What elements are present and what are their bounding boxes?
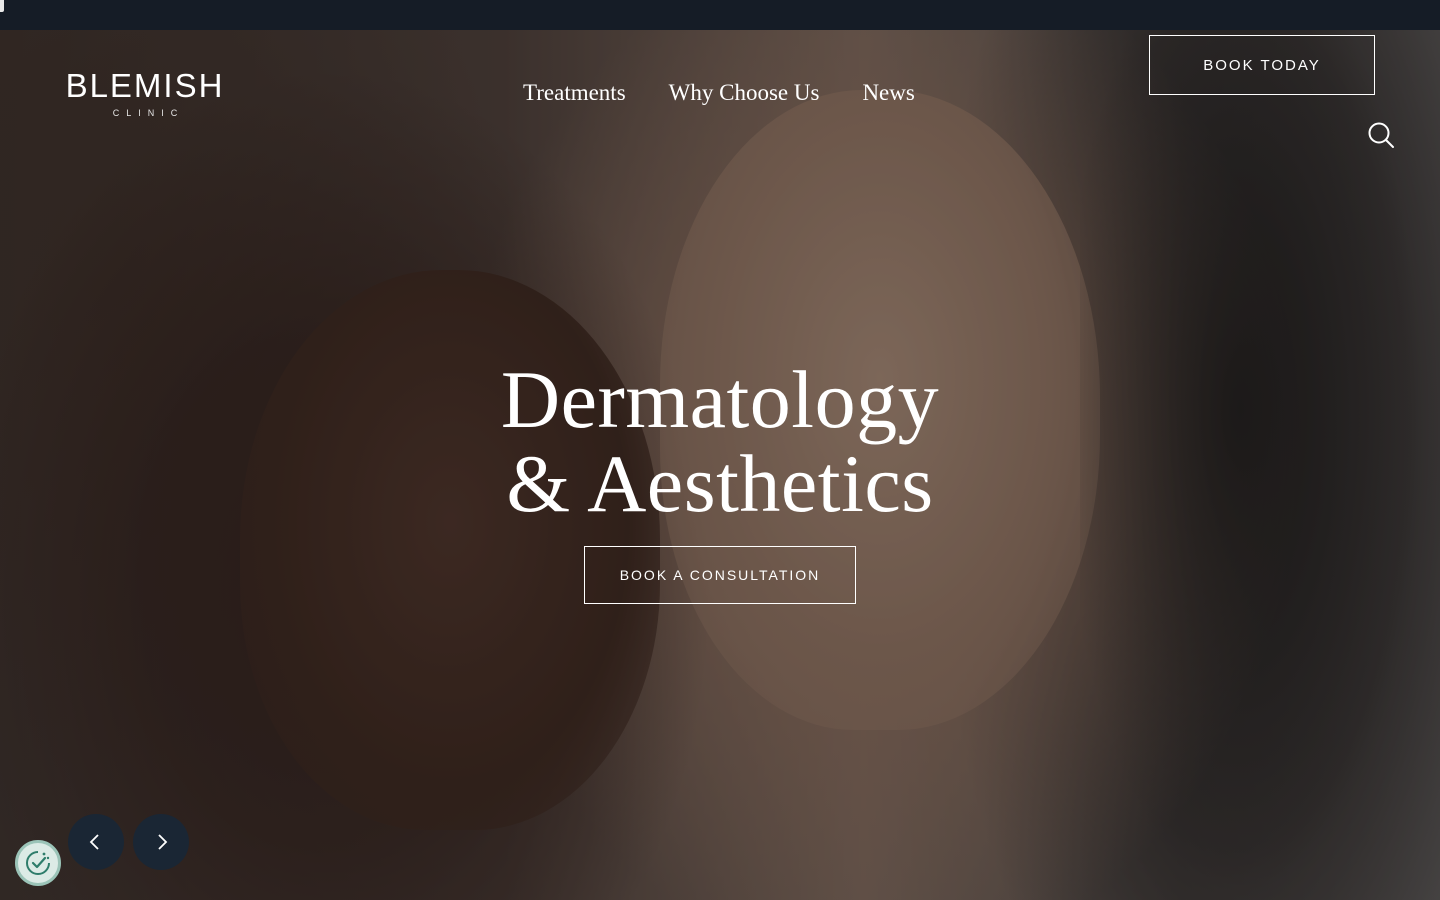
top-bar (0, 0, 1440, 30)
top-bar-marker (0, 0, 4, 12)
hero-headline-line2: & Aesthetics (506, 438, 934, 529)
book-consultation-button[interactable]: BOOK A CONSULTATION (584, 546, 856, 604)
nav-item-why-choose-us[interactable]: Why Choose Us (669, 78, 820, 108)
book-today-button[interactable]: BOOK TODAY (1149, 35, 1375, 95)
hero-headline: Dermatology & Aesthetics (420, 358, 1020, 526)
nav-item-treatments[interactable]: Treatments (523, 78, 626, 108)
nav-item-news[interactable]: News (862, 78, 914, 108)
main-nav: Treatments Why Choose Us News (523, 78, 915, 108)
chevron-right-icon (158, 834, 168, 850)
chevron-left-icon (89, 834, 99, 850)
logo-brand-name: BLEMISH (65, 67, 225, 104)
cookie-consent-button[interactable] (15, 840, 61, 886)
cookie-consent-icon (26, 851, 50, 875)
hero-headline-line1: Dermatology (500, 354, 940, 445)
search-button[interactable] (1366, 120, 1396, 150)
site-logo[interactable]: BLEMISH CLINIC (64, 67, 226, 118)
search-icon (1368, 122, 1394, 148)
logo-tagline: CLINIC (112, 108, 185, 118)
slider-next-button[interactable] (133, 814, 189, 870)
slider-prev-button[interactable] (68, 814, 124, 870)
